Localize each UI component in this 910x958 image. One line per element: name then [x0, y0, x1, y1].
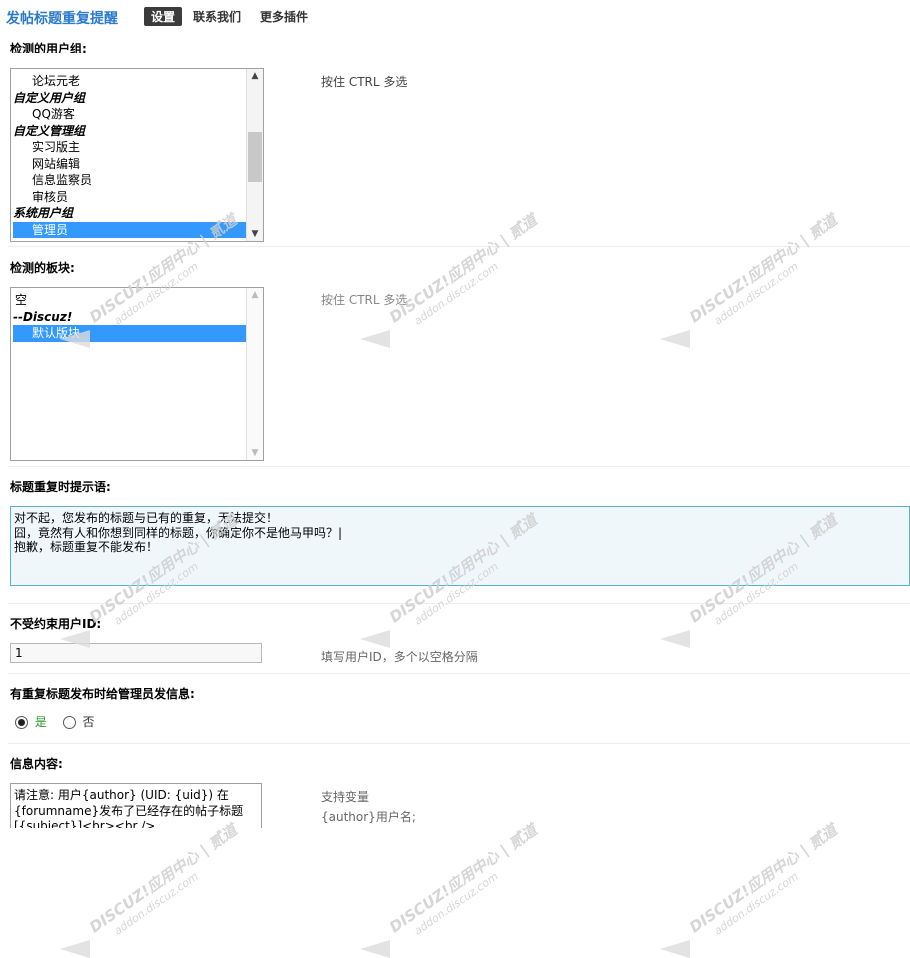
radio-no[interactable] [62, 716, 76, 729]
watermark-domain: addon.discuz.com [711, 259, 801, 328]
option-group: 自定义管理组 [13, 123, 86, 138]
user-groups-scrollbar[interactable]: ▲ ▼ [246, 69, 263, 241]
notify-admin-radios: 是 否 [15, 713, 95, 730]
notify-admin-label: 有重复标题发布时给管理员发信息: [10, 687, 195, 701]
repeat-message-line: 抱歉，标题重复不能发布！ [14, 540, 159, 554]
watermark-arrow-icon [660, 330, 690, 348]
user-groups-options: 论坛元老 自定义用户组 QQ游客 自定义管理组 实习版主 网站编辑 信息监察员 审核员 系统用户… [11, 69, 263, 238]
divider [8, 603, 910, 604]
tab-contact[interactable]: 联系我们 [193, 8, 241, 25]
user-groups-tip: 按住 CTRL 多选 [321, 75, 408, 89]
exempt-uid-tip: 填写用户ID，多个以空格分隔 [321, 650, 478, 664]
watermark-arrow-icon [60, 330, 90, 348]
scroll-up-icon[interactable]: ▲ [247, 69, 263, 83]
user-groups-label: 检测的用户组: [10, 42, 87, 53]
watermark-domain: addon.discuz.com [411, 259, 501, 328]
watermark: DISCUZ!应用中心 | 贰道 addon.discuz.com [385, 819, 548, 948]
tab-more-plugins[interactable]: 更多插件 [260, 8, 308, 25]
list-option[interactable]: 实习版主 [11, 139, 263, 156]
forums-label: 检测的板块: [10, 261, 75, 275]
watermark-arrow-icon [360, 330, 390, 348]
divider [8, 743, 910, 744]
watermark: DISCUZ!应用中心 | 贰道 addon.discuz.com [385, 209, 548, 338]
scroll-up-icon[interactable]: ▲ [247, 288, 263, 302]
watermark-arrow-icon [60, 940, 90, 958]
list-option[interactable]: 管理员 [13, 221, 258, 238]
scroll-thumb[interactable] [248, 132, 262, 182]
message-content-label: 信息内容: [10, 757, 63, 771]
watermark-brand: DISCUZ!应用中心 | 贰道 [386, 210, 541, 327]
watermark: DISCUZ!应用中心 | 贰道 addon.discuz.com [685, 819, 848, 948]
list-option[interactable]: 审核员 [11, 189, 263, 206]
repeat-message-label: 标题重复时提示语: [10, 480, 111, 494]
list-option[interactable]: 网站编辑 [11, 156, 263, 173]
radio-no-label[interactable]: 否 [83, 715, 95, 729]
divider [8, 466, 910, 467]
list-option[interactable]: 默认版块 [13, 325, 258, 342]
repeat-message-textarea[interactable]: 对不起，您发布的标题与已有的重复，无法提交！ 囧，竟然有人和你想到同样的标题，你… [10, 506, 910, 586]
exempt-uid-input[interactable]: 1 [10, 643, 262, 663]
watermark-arrow-icon [360, 630, 390, 648]
watermark-domain: addon.discuz.com [411, 869, 501, 938]
watermark-domain: addon.discuz.com [711, 869, 801, 938]
forums-tip: 按住 CTRL 多选 [321, 293, 408, 307]
repeat-message-line: 对不起，您发布的标题与已有的重复，无法提交！ [14, 511, 279, 525]
option-group: 系统用户组 [13, 206, 74, 220]
list-option[interactable]: 信息监察员 [11, 172, 263, 189]
message-content-line: 请注意: 用户{author} (UID: {uid}) 在 [14, 788, 229, 802]
message-content-tip-var: {author}用户名; [321, 810, 416, 824]
watermark: DISCUZ!应用中心 | 贰道 addon.discuz.com [685, 209, 848, 338]
message-content-tip-title: 支持变量 [321, 790, 370, 804]
watermark-domain: addon.discuz.com [111, 869, 201, 938]
watermark: DISCUZ!应用中心 | 贰道 addon.discuz.com [85, 819, 248, 948]
message-content-line: {forumname}发布了已经存在的帖子标题 [14, 803, 244, 818]
radio-yes-label[interactable]: 是 [35, 715, 47, 729]
watermark-brand: DISCUZ!应用中心 | 贰道 [686, 820, 841, 937]
repeat-message-line: 囧，竟然有人和你想到同样的标题，你确定你不是他马甲吗？| [14, 525, 343, 540]
option-group: --Discuz! [13, 309, 73, 324]
forums-options: 空 --Discuz! 默认版块 [11, 288, 263, 342]
watermark-arrow-icon [660, 940, 690, 958]
watermark-arrow-icon [360, 940, 390, 958]
watermark-arrow-icon [660, 630, 690, 648]
tab-settings[interactable]: 设置 [144, 7, 183, 26]
divider [8, 246, 910, 247]
radio-yes[interactable] [15, 716, 28, 729]
divider [8, 673, 910, 674]
list-option[interactable]: QQ游客 [11, 106, 263, 123]
scroll-down-icon[interactable]: ▼ [247, 227, 263, 241]
scroll-down-icon[interactable]: ▼ [247, 446, 263, 460]
forums-select[interactable]: 空 --Discuz! 默认版块 ▲ ▼ [10, 287, 264, 461]
watermark-arrow-icon [60, 630, 90, 648]
option-group: 自定义用户组 [13, 90, 86, 105]
list-option[interactable]: 论坛元老 [11, 73, 263, 90]
user-groups-select[interactable]: 论坛元老 自定义用户组 QQ游客 自定义管理组 实习版主 网站编辑 信息监察员 审核员 系统用户… [10, 68, 264, 242]
list-option[interactable]: 空 [11, 292, 263, 309]
watermark-brand: DISCUZ!应用中心 | 贰道 [386, 820, 541, 937]
watermark-brand: DISCUZ!应用中心 | 贰道 [686, 210, 841, 327]
plugin-title: 发帖标题重复提醒 [6, 11, 118, 27]
watermark-brand: DISCUZ!应用中心 | 贰道 [86, 820, 241, 937]
message-content-line: [{subject}]<br><br /> [14, 819, 156, 828]
message-content-textarea[interactable]: 请注意: 用户{author} (UID: {uid}) 在 {forumnam… [10, 783, 262, 828]
forums-scrollbar[interactable]: ▲ ▼ [246, 288, 263, 460]
